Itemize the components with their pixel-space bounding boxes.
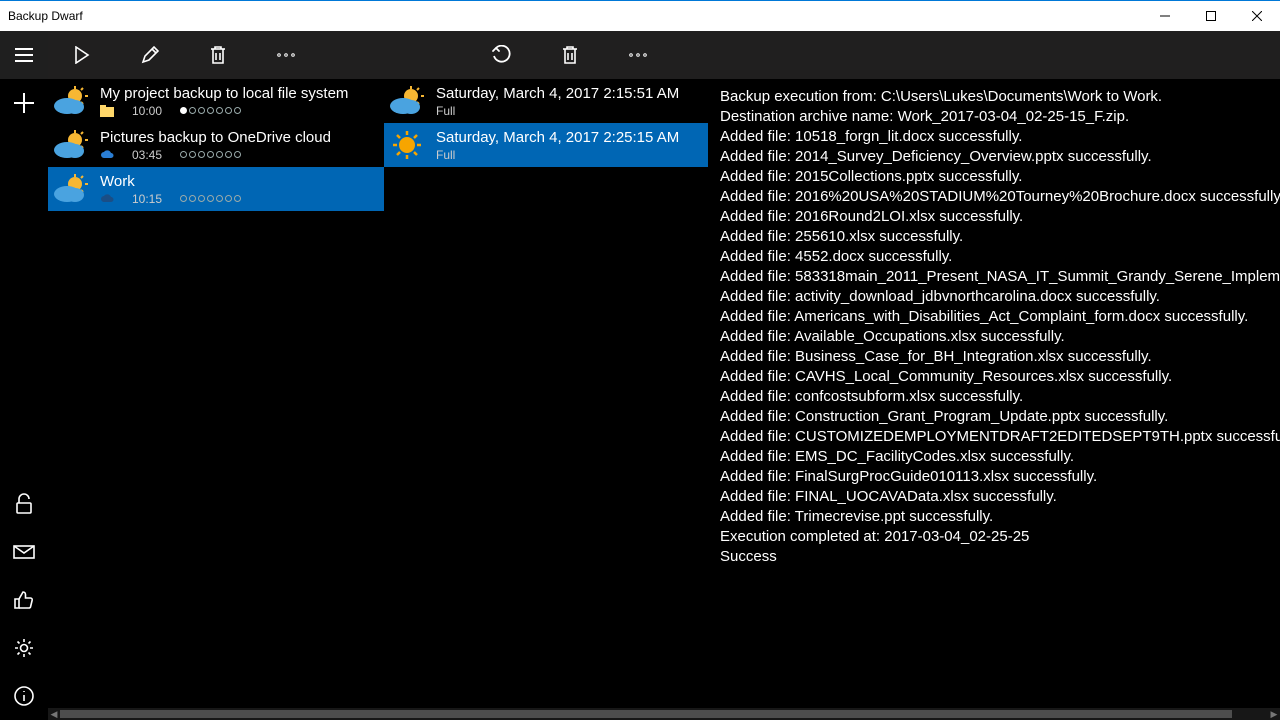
log-line: Added file: 2016%20USA%20STADIUM%20Tourn…	[720, 187, 1280, 207]
scroll-left-arrow[interactable]: ◀	[48, 708, 60, 720]
weather-icon	[52, 171, 90, 207]
log-line: Success	[720, 547, 1280, 567]
run-type: Full	[436, 104, 698, 118]
toolbar	[48, 31, 1280, 79]
hamburger-menu-button[interactable]	[0, 31, 48, 79]
run-timestamp: Saturday, March 4, 2017 2:25:15 AM	[436, 129, 698, 146]
task-toolbar	[48, 31, 320, 79]
scroll-track[interactable]	[60, 708, 1268, 720]
log-line: Added file: 255610.xlsx successfully.	[720, 227, 1280, 247]
lock-button[interactable]	[0, 480, 48, 528]
log-line: Added file: CAVHS_Local_Community_Resour…	[720, 367, 1280, 387]
task-time: 03:45	[132, 148, 162, 162]
window-close-button[interactable]	[1234, 1, 1280, 31]
log-line: Added file: Trimecrevise.ppt successfull…	[720, 507, 1280, 527]
delete-task-button[interactable]	[184, 31, 252, 79]
task-name: Work	[100, 173, 374, 190]
log-line: Added file: 2015Collections.pptx success…	[720, 167, 1280, 187]
window-title: Backup Dwarf	[8, 9, 83, 23]
log-line: Added file: 2014_Survey_Deficiency_Overv…	[720, 147, 1280, 167]
settings-button[interactable]	[0, 624, 48, 672]
scroll-thumb[interactable]	[60, 710, 1232, 718]
log-line: Execution completed at: 2017-03-04_02-25…	[720, 527, 1280, 547]
run-item[interactable]: Saturday, March 4, 2017 2:15:51 AM Full	[384, 79, 708, 123]
task-days-indicator	[180, 151, 241, 158]
log-line: Added file: CUSTOMIZEDEMPLOYMENTDRAFT2ED…	[720, 427, 1280, 447]
task-time: 10:00	[132, 104, 162, 118]
run-list: Saturday, March 4, 2017 2:15:51 AMFullSa…	[384, 79, 708, 720]
more-task-button[interactable]	[252, 31, 320, 79]
run-task-button[interactable]	[48, 31, 116, 79]
task-time: 10:15	[132, 192, 162, 206]
destination-icon	[100, 149, 114, 161]
info-button[interactable]	[0, 672, 48, 720]
mail-button[interactable]	[0, 528, 48, 576]
task-days-indicator	[180, 107, 241, 114]
log-line: Added file: 10518_forgn_lit.docx success…	[720, 127, 1280, 147]
window-maximize-button[interactable]	[1188, 1, 1234, 31]
task-name: Pictures backup to OneDrive cloud	[100, 129, 374, 146]
task-list: My project backup to local file system 10…	[48, 79, 384, 720]
log-pane: Backup execution from: C:\Users\Lukes\Do…	[708, 79, 1280, 720]
run-timestamp: Saturday, March 4, 2017 2:15:51 AM	[436, 85, 698, 102]
log-line: Added file: confcostsubform.xlsx success…	[720, 387, 1280, 407]
window-minimize-button[interactable]	[1142, 1, 1188, 31]
log-line: Added file: 583318main_2011_Present_NASA…	[720, 267, 1280, 287]
destination-icon	[100, 105, 114, 117]
task-days-indicator	[180, 195, 241, 202]
log-line: Added file: activity_download_jdbvnorthc…	[720, 287, 1280, 307]
delete-run-button[interactable]	[536, 31, 604, 79]
log-line: Added file: Available_Occupations.xlsx s…	[720, 327, 1280, 347]
destination-icon	[100, 193, 114, 205]
run-type: Full	[436, 148, 698, 162]
weather-icon	[52, 83, 90, 119]
scroll-right-arrow[interactable]: ▶	[1268, 708, 1280, 720]
edit-task-button[interactable]	[116, 31, 184, 79]
task-item[interactable]: Work 10:15	[48, 167, 384, 211]
log-line: Added file: FINAL_UOCAVAData.xlsx succes…	[720, 487, 1280, 507]
run-status-icon	[388, 83, 426, 119]
navigation-rail	[0, 31, 48, 720]
task-name: My project backup to local file system	[100, 85, 374, 102]
log-line: Added file: 2016Round2LOI.xlsx successfu…	[720, 207, 1280, 227]
log-line: Added file: Americans_with_Disabilities_…	[720, 307, 1280, 327]
window-titlebar: Backup Dwarf	[0, 0, 1280, 31]
run-toolbar	[468, 31, 672, 79]
log-line: Destination archive name: Work_2017-03-0…	[720, 107, 1280, 127]
log-line: Added file: FinalSurgProcGuide010113.xls…	[720, 467, 1280, 487]
run-status-icon	[388, 127, 426, 163]
log-line: Backup execution from: C:\Users\Lukes\Do…	[720, 87, 1280, 107]
like-button[interactable]	[0, 576, 48, 624]
log-line: Added file: 4552.docx successfully.	[720, 247, 1280, 267]
weather-icon	[52, 127, 90, 163]
task-item[interactable]: Pictures backup to OneDrive cloud 03:45	[48, 123, 384, 167]
log-line: Added file: EMS_DC_FacilityCodes.xlsx su…	[720, 447, 1280, 467]
task-item[interactable]: My project backup to local file system 10…	[48, 79, 384, 123]
log-line: Added file: Business_Case_for_BH_Integra…	[720, 347, 1280, 367]
log-line: Added file: Construction_Grant_Program_U…	[720, 407, 1280, 427]
add-task-button[interactable]	[0, 79, 48, 127]
horizontal-scrollbar[interactable]: ◀ ▶	[48, 708, 1280, 720]
more-run-button[interactable]	[604, 31, 672, 79]
restore-run-button[interactable]	[468, 31, 536, 79]
run-item[interactable]: Saturday, March 4, 2017 2:25:15 AM Full	[384, 123, 708, 167]
